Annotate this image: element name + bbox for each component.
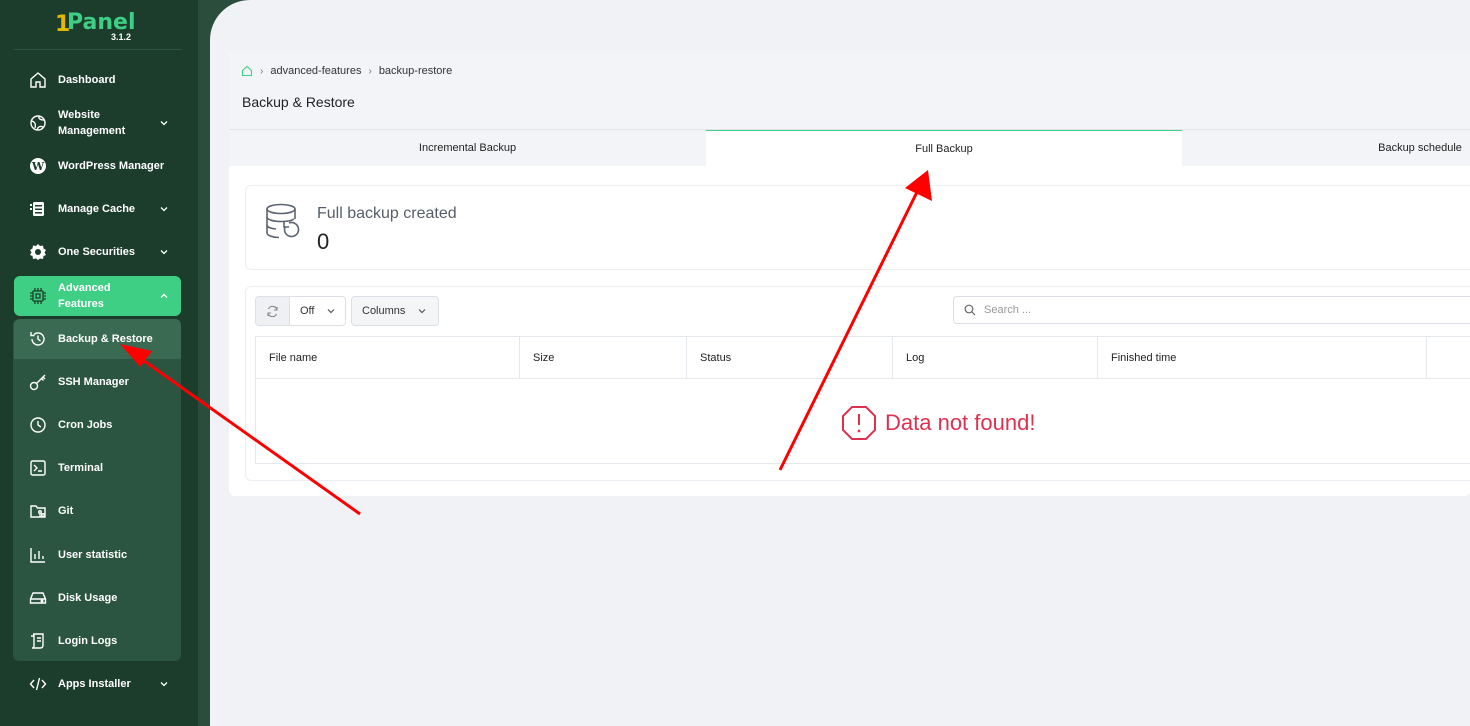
- git-folder-icon: [28, 501, 48, 521]
- log-icon: [28, 631, 48, 651]
- submenu-item-disk-usage[interactable]: Disk Usage: [14, 578, 181, 618]
- empty-state: Data not found!: [841, 405, 1035, 441]
- sidebar-item-label: Apps Installer: [58, 678, 131, 690]
- stat-card: Full backup created 0: [245, 185, 1470, 270]
- globe-icon: [28, 113, 48, 133]
- chevron-down-icon[interactable]: [159, 679, 171, 689]
- submenu-item-label: SSH Manager: [58, 376, 129, 388]
- submenu-item-cron-jobs[interactable]: Cron Jobs: [14, 405, 181, 445]
- svg-text:W: W: [31, 160, 45, 173]
- submenu-item-login-logs[interactable]: Login Logs: [14, 621, 181, 661]
- gear-shield-icon: [28, 242, 48, 262]
- breadcrumb: › advanced-features › backup-restore: [241, 65, 452, 77]
- breadcrumb-item-backup-restore: backup-restore: [378, 65, 453, 77]
- sidebar-item-apps-installer[interactable]: Apps Installer: [14, 664, 181, 704]
- submenu-item-label: Backup & Restore: [58, 333, 153, 345]
- sidebar-item-label: Dashboard: [58, 74, 116, 86]
- cache-icon: [28, 199, 48, 219]
- chevron-down-icon[interactable]: [159, 118, 171, 128]
- home-icon: [28, 70, 48, 90]
- submenu-item-ssh-manager[interactable]: SSH Manager: [14, 362, 181, 402]
- submenu-item-user-statistic[interactable]: User statistic: [14, 535, 181, 575]
- breadcrumb-item-advanced-features[interactable]: advanced-features: [270, 65, 361, 77]
- column-header-status: Status: [687, 337, 893, 379]
- refresh-button[interactable]: [256, 297, 290, 325]
- code-icon: [28, 674, 48, 694]
- submenu-item-backup-restore[interactable]: Backup & Restore: [14, 319, 181, 359]
- tab-backup-schedule[interactable]: Backup schedule: [1182, 130, 1470, 166]
- search-icon: [964, 304, 976, 316]
- stat-label: Full backup created: [317, 205, 457, 222]
- chip-icon: [28, 286, 48, 306]
- breadcrumb-separator: ›: [260, 65, 264, 77]
- app-version: 3.1.2: [111, 32, 132, 42]
- table-header: File name Size Status Log Finished time: [256, 337, 1470, 379]
- column-header-finished-time: Finished time: [1098, 337, 1427, 379]
- tab-bar: Incremental Backup Full Backup Backup sc…: [229, 129, 1470, 166]
- submenu-item-label: Login Logs: [58, 635, 118, 647]
- sidebar: 1 Panel 3.1.2 Dashboard Website Manageme…: [0, 0, 210, 726]
- disk-icon: [28, 588, 48, 608]
- sidebar-divider: [14, 49, 182, 50]
- submenu-item-label: User statistic: [58, 549, 128, 561]
- chevron-down-icon[interactable]: [159, 204, 171, 214]
- submenu-item-git[interactable]: Git: [14, 491, 181, 531]
- search-field: [953, 296, 1470, 324]
- breadcrumb-separator: ›: [368, 65, 372, 77]
- sidebar-item-dashboard[interactable]: Dashboard: [14, 60, 181, 100]
- chevron-up-icon[interactable]: [159, 291, 171, 301]
- backup-table: File name Size Status Log Finished time …: [255, 336, 1470, 464]
- tab-full-backup[interactable]: Full Backup: [706, 130, 1182, 166]
- bar-chart-icon: [28, 545, 48, 565]
- sidebar-item-advanced-features[interactable]: Advanced Features: [14, 276, 181, 316]
- submenu-item-terminal[interactable]: Terminal: [14, 448, 181, 488]
- sidebar-item-label: Manage Cache: [58, 203, 136, 215]
- column-header-file-name: File name: [256, 337, 520, 379]
- stat-value: 0: [317, 229, 330, 254]
- column-header-size: Size: [520, 337, 687, 379]
- empty-state-text: Data not found!: [885, 410, 1036, 435]
- sidebar-item-one-securities[interactable]: One Securities: [14, 232, 181, 272]
- sidebar-item-label: WordPress Manager: [58, 160, 165, 172]
- terminal-icon: [28, 458, 48, 478]
- refresh-interval-select[interactable]: Off: [290, 297, 345, 325]
- sidebar-item-wordpress-manager[interactable]: W WordPress Manager: [14, 146, 181, 186]
- search-input[interactable]: [984, 304, 1384, 316]
- sidebar-item-label: Advanced Features: [58, 282, 111, 310]
- chevron-down-icon[interactable]: [159, 247, 171, 257]
- refresh-interval-value: Off: [300, 305, 315, 317]
- columns-label: Columns: [362, 305, 406, 317]
- history-icon: [28, 329, 48, 349]
- refresh-icon: [266, 305, 279, 318]
- page-header: [229, 52, 1470, 130]
- warning-octagon-icon: [841, 405, 877, 441]
- submenu-item-label: Cron Jobs: [58, 419, 113, 431]
- chevron-down-icon: [326, 306, 336, 316]
- columns-button[interactable]: Columns: [351, 296, 439, 326]
- sidebar-item-website-management[interactable]: Website Management: [14, 103, 181, 143]
- clock-icon: [28, 415, 48, 435]
- page-title: Backup & Restore: [242, 94, 355, 110]
- database-restore-icon: [265, 203, 301, 246]
- submenu-item-label: Git: [58, 505, 74, 517]
- column-header-log: Log: [893, 337, 1098, 379]
- auto-refresh-control: Off: [255, 296, 346, 326]
- sidebar-item-label: One Securities: [58, 246, 136, 258]
- tab-incremental-backup[interactable]: Incremental Backup: [229, 130, 706, 166]
- wordpress-icon: W: [28, 156, 48, 176]
- key-icon: [28, 372, 48, 392]
- submenu-item-label: Terminal: [58, 462, 104, 474]
- sidebar-item-manage-cache[interactable]: Manage Cache: [14, 189, 181, 229]
- chevron-down-icon: [417, 306, 427, 316]
- submenu-item-label: Disk Usage: [58, 592, 118, 604]
- sidebar-item-label: Website Management: [58, 109, 126, 137]
- home-icon[interactable]: [241, 65, 253, 77]
